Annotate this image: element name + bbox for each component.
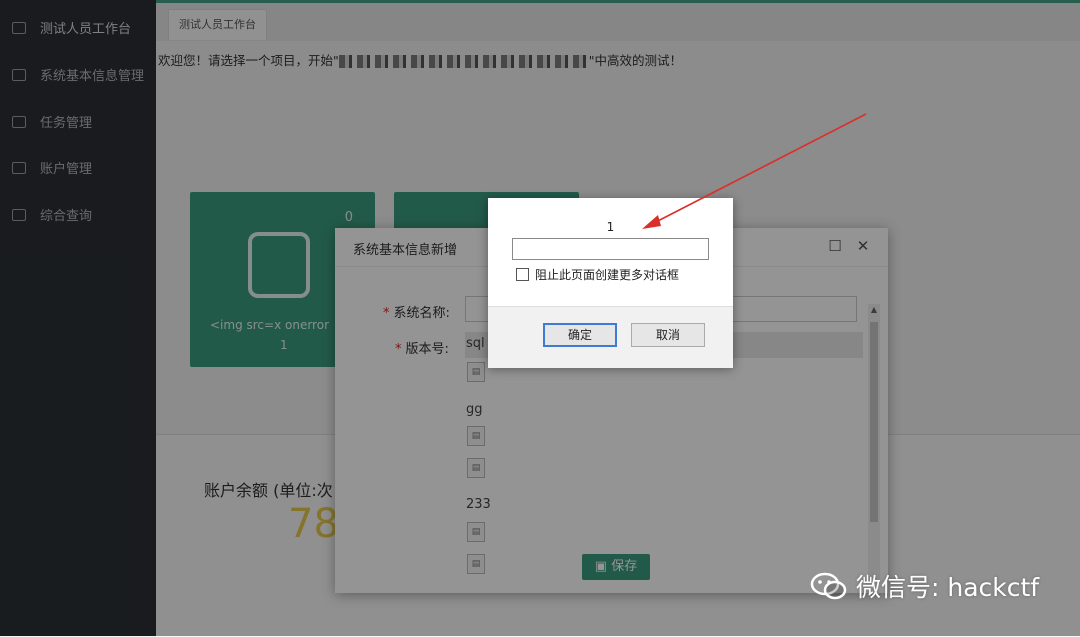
prompt-footer: 确定 取消: [488, 306, 733, 368]
checkbox-label: 阻止此页面创建更多对话框: [535, 268, 680, 282]
block-dialogs-checkbox[interactable]: 阻止此页面创建更多对话框: [516, 266, 679, 283]
watermark: 微信号: hackctf: [810, 568, 1039, 604]
prompt-input[interactable]: [512, 238, 709, 260]
checkbox-icon[interactable]: [516, 268, 529, 281]
wechat-icon: [810, 572, 847, 600]
watermark-text: 微信号: hackctf: [856, 573, 1040, 602]
cancel-button[interactable]: 取消: [631, 323, 705, 347]
ok-button[interactable]: 确定: [543, 323, 617, 347]
prompt-dialog: 1 阻止此页面创建更多对话框 确定 取消: [488, 198, 733, 368]
prompt-message: 1: [606, 220, 615, 234]
